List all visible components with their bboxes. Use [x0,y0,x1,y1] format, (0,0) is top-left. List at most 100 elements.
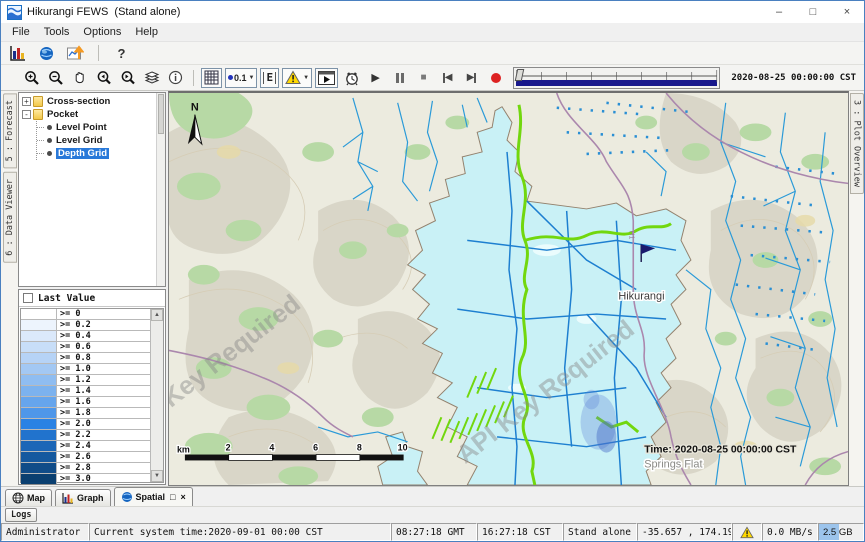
tree-item-depth-grid[interactable]: Depth Grid [37,147,165,160]
hand-icon [72,70,87,85]
status-warning-cell[interactable] [732,523,762,541]
zoom-next-button[interactable] [117,68,138,88]
legend-swatch [21,397,57,407]
svg-text:km: km [177,445,190,455]
map-canvas[interactable]: H1 API Key Required API Key Required Hik… [169,93,848,485]
animation-panel-button[interactable] [315,68,338,88]
tab-graph[interactable]: Graph [55,489,111,506]
zoom-out-button[interactable] [45,68,66,88]
tab-spatial[interactable]: Spatial □ × [114,487,193,506]
legend-row: >= 0.4 [21,331,150,342]
close-button[interactable]: × [830,1,864,23]
logs-button[interactable]: Logs [5,508,37,522]
grid-display-button[interactable] [201,68,222,88]
map-view[interactable]: H1 API Key Required API Key Required Hik… [168,91,849,486]
status-gmt-time: 08:27:18 GMT [391,523,477,541]
go-first-button[interactable]: ◀ [437,68,458,88]
play-button[interactable]: ▶ [365,68,386,88]
record-button[interactable] [485,68,506,88]
road-label: H1 [627,231,634,240]
expander-icon[interactable]: + [22,97,31,106]
warning-icon [740,526,754,539]
zoom-previous-button[interactable] [93,68,114,88]
classbreak-scale-dropdown[interactable]: 0.1 ▼ [225,68,257,88]
minimize-button[interactable]: – [762,1,796,23]
globe-icon [39,46,54,61]
status-local-time: 16:27:18 CST [477,523,563,541]
menu-tools[interactable]: Tools [37,24,77,40]
close-panel-icon[interactable]: × [180,492,185,502]
scroll-down-icon[interactable]: ▼ [151,470,163,482]
toolbar-separator [193,70,194,86]
stop-icon: ■ [421,72,427,83]
tree-item-level-grid[interactable]: Level Grid [37,134,165,147]
skip-last-icon: ▶ [467,72,477,83]
tab-data-viewer[interactable]: 6 : Data Viewer [3,172,17,263]
last-value-checkbox[interactable] [23,293,33,303]
svg-text:8: 8 [357,443,362,453]
menu-help[interactable]: Help [128,24,165,40]
app-logo-icon [7,5,22,20]
go-last-button[interactable]: ▶ [461,68,482,88]
menu-options[interactable]: Options [76,24,128,40]
zoom-in-button[interactable] [21,68,42,88]
tab-forecast[interactable]: 5 : Forecast [3,93,17,168]
explorer-button[interactable] [7,43,28,63]
pan-button[interactable] [69,68,90,88]
help-button[interactable]: ? [111,43,132,63]
globe-icon [121,491,133,503]
expander-icon[interactable]: - [22,110,31,119]
legend-row: >= 1.0 [21,364,150,375]
set-time-button[interactable] [341,68,362,88]
bar-chart-icon [62,492,74,504]
right-tab-strip: 3 : Plot Overview [849,91,864,486]
time-slider-ticks [514,68,719,82]
legend-row: >= 2.6 [21,452,150,463]
legend-swatch [21,463,57,473]
logs-row: Logs [1,506,864,523]
zoom-in-icon [24,70,40,86]
map-toolbar: 0.1 ▼ E ▼ ▶ ■ ◀ ▶ 2020-08-25 00:00 [1,65,864,91]
thresholds-dropdown[interactable]: ▼ [282,68,312,88]
tree-children: Level Point Level Grid Depth Grid [36,121,165,160]
alarm-clock-icon [344,70,360,86]
tree-scrollbar[interactable] [156,93,165,286]
legend-row: >= 1.4 [21,386,150,397]
tree-item-level-point[interactable]: Level Point [37,121,165,134]
tree-item-label: Cross-section [47,96,110,107]
scroll-up-icon[interactable]: ▲ [151,309,163,321]
legend-row: >= 0.8 [21,353,150,364]
pause-icon [396,73,404,83]
chevron-down-icon: ▼ [249,75,255,81]
svg-text:2: 2 [226,443,231,453]
pause-button[interactable] [389,68,410,88]
info-button[interactable] [165,68,186,88]
layers-button[interactable] [141,68,162,88]
zoom-next-icon [120,70,136,86]
map-display-button[interactable] [36,43,57,63]
tab-plot-overview[interactable]: 3 : Plot Overview [850,93,864,194]
legend-swatch [21,430,57,440]
maximize-button[interactable]: □ [796,1,830,23]
left-panel: + Cross-section - Pocket Level Point Lev… [18,91,168,486]
dot-icon [228,75,233,80]
tree-item-pocket[interactable]: - Pocket [22,108,165,121]
scale-value: 0.1 [234,73,247,83]
tab-map[interactable]: Map [5,489,52,506]
restore-panel-icon[interactable]: □ [170,492,175,502]
legend-row: >= 1.8 [21,408,150,419]
status-download-rate: 0.0 MB/s [762,523,818,541]
tree-item-cross-section[interactable]: + Cross-section [22,95,165,108]
legend-swatch [21,353,57,363]
left-tab-strip: 5 : Forecast 6 : Data Viewer [1,91,18,486]
wire-globe-icon [12,492,24,504]
menu-file[interactable]: File [5,24,37,40]
time-slider[interactable] [513,67,720,89]
legend-row: >= 1.6 [21,397,150,408]
timeseries-display-button[interactable] [65,43,86,63]
stop-button[interactable]: ■ [413,68,434,88]
contour-labels-button[interactable]: E [260,68,279,88]
folder-icon [33,109,43,120]
bar-chart-icon [10,45,26,61]
legend-scrollbar[interactable]: ▲ ▼ [150,309,163,482]
